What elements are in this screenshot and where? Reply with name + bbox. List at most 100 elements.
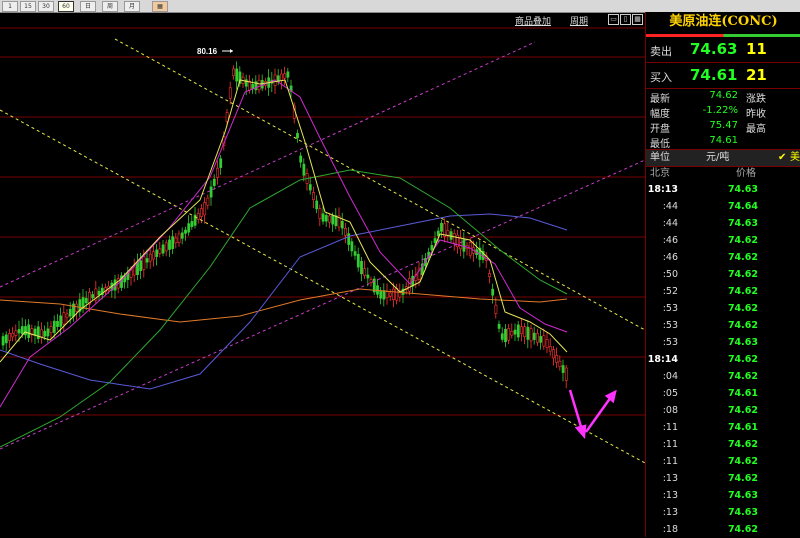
- tick-row: :53 74.62: [646, 317, 800, 334]
- candle-body: [132, 266, 136, 276]
- candle-body: [139, 260, 143, 271]
- period-week-button[interactable]: 周: [102, 1, 118, 12]
- candle-body: [452, 233, 456, 244]
- candle-body: [542, 335, 546, 347]
- period-30min-button[interactable]: 30: [38, 1, 54, 12]
- stat-label-secondary: 昨收: [746, 109, 766, 120]
- unit-label: 单位: [650, 152, 670, 163]
- unit-extra: 美: [790, 152, 800, 163]
- ticks-header: 北京 价格: [646, 167, 800, 181]
- candle-body: [312, 192, 315, 201]
- candle-body: [532, 332, 536, 340]
- candle-body: [436, 230, 440, 236]
- candle-body: [40, 329, 43, 338]
- tick-price: 74.63: [727, 184, 758, 195]
- candle-body: [536, 333, 539, 343]
- candle-body: [17, 329, 21, 334]
- ask-volume: 11: [746, 40, 767, 58]
- candle-body: [500, 333, 504, 340]
- candle-body: [187, 223, 191, 233]
- stat-label: 最低: [650, 139, 670, 150]
- candle-body: [228, 87, 232, 99]
- tick-time: :50: [662, 269, 678, 280]
- candle-body: [174, 237, 178, 244]
- stat-row-range: 幅度 -1.22% 昨收: [646, 104, 800, 120]
- candle-body: [20, 326, 24, 335]
- quote-panel: 美原油连(CONC) 卖出 74.63 11 买入 74.61 21 最新 74…: [645, 12, 800, 537]
- candle-body: [52, 320, 56, 333]
- candle-body: [446, 230, 450, 236]
- candle-body: [526, 326, 530, 340]
- tick-price: 74.63: [727, 337, 758, 348]
- candle-body: [523, 326, 527, 337]
- candle-body: [516, 324, 520, 338]
- period-60min-button[interactable]: 60: [58, 1, 74, 12]
- candle-body: [14, 330, 18, 336]
- candle-body: [27, 324, 31, 338]
- candle-body: [161, 244, 165, 254]
- candle-body: [350, 241, 354, 252]
- tick-price: 74.63: [727, 218, 758, 229]
- ma-yellow-line: [0, 79, 568, 363]
- tick-price: 74.64: [727, 201, 758, 212]
- candle-body: [113, 279, 117, 291]
- candles: [1, 61, 568, 389]
- candle-body: [46, 328, 50, 337]
- candle-body: [225, 112, 229, 122]
- candle-body: [321, 213, 325, 222]
- tick-list[interactable]: 18:13 74.63:44 74.64:44 74.63:46 74.62:46 74.…: [646, 181, 800, 538]
- candle-body: [308, 184, 312, 191]
- candle-body: [324, 215, 328, 222]
- period-15min-button[interactable]: 15: [20, 1, 36, 12]
- candlestick-chart[interactable]: 80.16: [0, 12, 645, 537]
- tick-row: :18 74.62: [646, 521, 800, 538]
- candle-body: [152, 251, 155, 260]
- ticks-location-label: 北京: [650, 168, 670, 179]
- candle-body: [564, 367, 568, 381]
- tick-time: :44: [662, 218, 678, 229]
- calendar-icon[interactable]: ▦: [152, 1, 168, 12]
- period-month-button[interactable]: 月: [124, 1, 140, 12]
- candle-body: [200, 208, 203, 217]
- tick-time: 18:13: [647, 184, 678, 195]
- candle-body: [235, 68, 239, 82]
- candle-body: [331, 215, 335, 225]
- candle-body: [520, 326, 523, 335]
- candle-body: [180, 232, 184, 239]
- candle-body: [392, 288, 395, 300]
- candle-body: [561, 365, 565, 373]
- tick-time: 18:14: [647, 354, 678, 365]
- candle-body: [1, 336, 5, 346]
- tick-row: :05 74.61: [646, 385, 800, 402]
- tick-price: 74.62: [727, 371, 758, 382]
- candle-body: [65, 313, 69, 318]
- tick-price: 74.62: [727, 456, 758, 467]
- tick-time: :53: [662, 303, 678, 314]
- period-day-button[interactable]: 日: [80, 1, 96, 12]
- tick-row: :13 74.63: [646, 487, 800, 504]
- candle-body: [216, 167, 219, 178]
- tick-row: :04 74.62: [646, 368, 800, 385]
- candle-body: [529, 328, 533, 342]
- candle-body: [164, 242, 168, 252]
- unit-check-icon[interactable]: ✔: [778, 150, 786, 166]
- candle-body: [24, 326, 27, 336]
- candle-body: [59, 315, 63, 327]
- candle-body: [11, 332, 15, 338]
- candle-body: [379, 290, 383, 299]
- candle-body: [84, 298, 88, 304]
- bid-row: 买入 74.61 21: [646, 63, 800, 89]
- candle-body: [4, 334, 8, 344]
- candle-body: [209, 186, 213, 198]
- ticks-price-label: 价格: [736, 168, 756, 179]
- candle-body: [43, 330, 47, 337]
- candle-body: [507, 328, 511, 341]
- stat-label-secondary: 最高: [746, 124, 766, 135]
- ma-orange-line: [0, 288, 568, 323]
- candle-body: [552, 349, 555, 359]
- stat-label: 开盘: [650, 124, 670, 135]
- period-1min-button[interactable]: 1: [2, 1, 18, 12]
- stat-value: 75.47: [709, 120, 738, 131]
- stat-row-low: 最低 74.61: [646, 134, 800, 150]
- candle-body: [344, 228, 347, 236]
